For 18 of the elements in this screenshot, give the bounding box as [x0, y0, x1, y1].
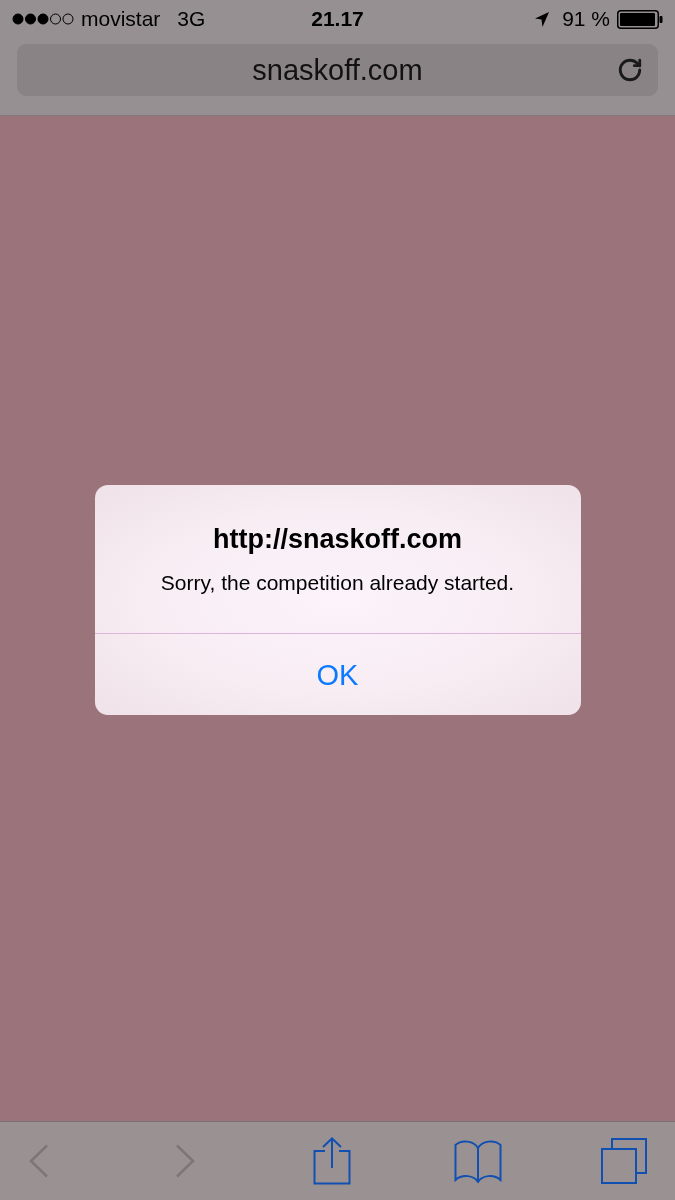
- address-bar[interactable]: snaskoff.com: [17, 44, 658, 96]
- share-icon: [312, 1137, 351, 1185]
- clock-time: 21.17: [311, 7, 364, 31]
- open-book-icon: [453, 1139, 502, 1183]
- forward-chevron-icon: [175, 1144, 196, 1178]
- alert-message: Sorry, the competition already started.: [160, 570, 515, 596]
- battery-percentage: 91 %: [562, 7, 610, 31]
- url-text: snaskoff.com: [252, 53, 423, 87]
- tabs-squares-icon: [601, 1138, 647, 1184]
- reload-icon: [617, 57, 643, 83]
- network-type: 3G: [177, 7, 206, 31]
- alert-title: http://snaskoff.com: [213, 523, 462, 555]
- back-chevron-icon: [29, 1144, 49, 1178]
- location-arrow-icon: [535, 11, 550, 27]
- carrier-name: movistar: [81, 7, 161, 31]
- signal-strength-icon: [12, 13, 74, 25]
- ok-button[interactable]: OK: [94, 634, 581, 715]
- battery-icon: [617, 9, 663, 29]
